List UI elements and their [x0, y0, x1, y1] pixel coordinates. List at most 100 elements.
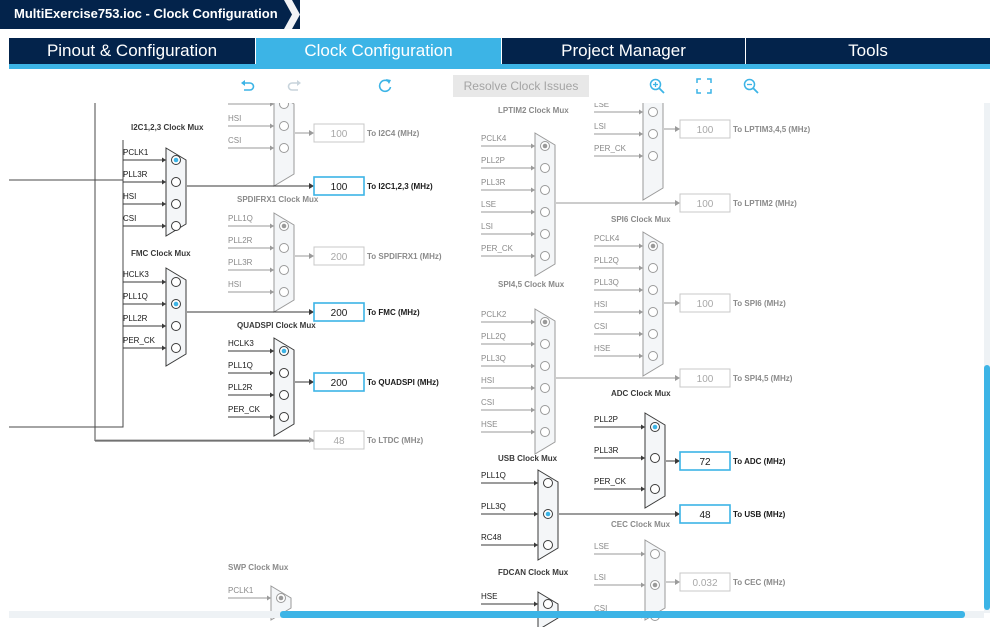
mux-radio-selected: [650, 243, 656, 249]
zoom-in-icon[interactable]: [648, 77, 666, 95]
tab-clock-configuration[interactable]: Clock Configuration: [256, 38, 501, 64]
mux-radio[interactable]: [648, 307, 658, 317]
input-arrow-icon: [270, 392, 274, 398]
redo-icon[interactable]: [286, 77, 304, 95]
input-arrow-icon: [270, 414, 274, 420]
frequency-value: 100: [331, 129, 348, 140]
clock-mux[interactable]: PLL3RHSICSI: [228, 103, 295, 187]
mux-radio[interactable]: [171, 343, 181, 353]
frequency-value: 100: [697, 374, 714, 385]
mux-radio[interactable]: [650, 453, 660, 463]
input-arrow-icon: [162, 323, 166, 329]
mux-radio[interactable]: [648, 285, 658, 295]
mux-radio[interactable]: [540, 405, 550, 415]
frequency-label: To LTDC (MHz): [367, 436, 423, 445]
mux-radio[interactable]: [279, 143, 289, 153]
mux-radio[interactable]: [171, 199, 181, 209]
mux-input-label: PLL3R: [123, 170, 148, 179]
tab-tools[interactable]: Tools: [746, 38, 990, 64]
clock-mux[interactable]: SPDIFRX1 Clock Mux PLL1Q PLL2R PLL3R HSI: [228, 195, 319, 313]
mux-radio[interactable]: [648, 107, 658, 117]
mux-radio[interactable]: [279, 390, 289, 400]
clock-mux[interactable]: PLL3RLSELSIPER_CK: [594, 103, 664, 201]
frequency-label: To SPI4,5 (MHz): [733, 374, 793, 383]
input-arrow-icon: [639, 243, 643, 249]
mux-radio[interactable]: [648, 263, 658, 273]
frequency-value: 100: [697, 299, 714, 310]
mux-radio[interactable]: [540, 361, 550, 371]
mux-radio[interactable]: [650, 484, 660, 494]
mux-radio[interactable]: [540, 229, 550, 239]
mux-radio[interactable]: [540, 339, 550, 349]
tab-project-manager[interactable]: Project Manager: [502, 38, 745, 64]
input-arrow-icon: [162, 301, 166, 307]
mux-radio[interactable]: [171, 321, 181, 331]
window-title-bar: MultiExercise753.ioc - Clock Configurati…: [0, 0, 300, 29]
mux-radio[interactable]: [543, 540, 553, 550]
mux-radio[interactable]: [540, 207, 550, 217]
resolve-clock-issues-button[interactable]: Resolve Clock Issues: [453, 75, 589, 97]
clock-mux[interactable]: FDCAN Clock Mux HSE: [481, 568, 569, 627]
mux-radio[interactable]: [650, 549, 660, 559]
clock-mux[interactable]: FMC Clock Mux HCLK3 PLL1Q PLL2R PER_CK: [123, 249, 191, 367]
mux-input-label: PCLK4: [481, 134, 507, 143]
mux-input-label: CSI: [123, 214, 136, 223]
clock-mux[interactable]: LPTIM2 Clock Mux PCLK4 PLL2P PLL3R LSE LSI PER…: [481, 106, 569, 277]
mux-body[interactable]: [537, 591, 559, 627]
frequency-value: 100: [697, 199, 714, 210]
clock-mux[interactable]: ADC Clock Mux PLL2P PLL3R PER_CK: [594, 389, 671, 509]
mux-radio[interactable]: [171, 221, 181, 231]
mux-radio[interactable]: [648, 129, 658, 139]
mux-radio[interactable]: [279, 243, 289, 253]
mux-radio[interactable]: [540, 383, 550, 393]
mux-radio-selected: [545, 511, 551, 517]
mux-radio[interactable]: [171, 177, 181, 187]
mux-input-label: PER_CK: [481, 244, 514, 253]
undo-icon[interactable]: [238, 77, 256, 95]
clock-mux[interactable]: CEC Clock MuxLSELSICSI: [594, 520, 671, 621]
mux-radio[interactable]: [279, 412, 289, 422]
clock-mux[interactable]: SPI6 Clock Mux PCLK4 PLL2Q PLL3Q HSI CSI HSE: [594, 215, 671, 377]
tab-pinout-configuration[interactable]: Pinout & Configuration: [9, 38, 255, 64]
mux-radio[interactable]: [279, 287, 289, 297]
input-arrow-icon: [270, 145, 274, 151]
input-arrow-icon: [641, 582, 645, 588]
mux-radio[interactable]: [279, 368, 289, 378]
clock-mux[interactable]: I2C1,2,3 Clock Mux PCLK1 PLL3R HSI CSI: [123, 123, 204, 237]
mux-radio[interactable]: [171, 277, 181, 287]
refresh-icon[interactable]: [376, 77, 394, 95]
mux-radio[interactable]: [540, 427, 550, 437]
mux-radio[interactable]: [648, 351, 658, 361]
input-arrow-icon: [270, 289, 274, 295]
mux-radio[interactable]: [279, 265, 289, 275]
horizontal-scrollbar-thumb[interactable]: [280, 611, 965, 618]
mux-radio[interactable]: [648, 151, 658, 161]
vertical-scrollbar-thumb[interactable]: [984, 365, 990, 610]
mux-radio[interactable]: [540, 163, 550, 173]
input-arrow-icon: [270, 123, 274, 129]
mux-input-label: PER_CK: [123, 336, 156, 345]
clock-output: 100 To LPTIM3,4,5 (MHz): [664, 119, 811, 139]
input-arrow-icon: [267, 595, 271, 601]
input-arrow-icon: [639, 153, 643, 159]
clock-mux[interactable]: SPI4,5 Clock Mux PCLK2 PLL2Q PLL3Q HSI CSI HSE: [481, 280, 565, 455]
mux-radio[interactable]: [540, 185, 550, 195]
fit-to-screen-icon[interactable]: [695, 77, 713, 95]
zoom-out-icon[interactable]: [742, 77, 760, 95]
clock-diagram-canvas[interactable]: I2C1,2,3 Clock Mux PCLK1 PLL3R HSI CSI FMC Cl…: [0, 103, 999, 627]
output-arrow-icon: [675, 300, 680, 306]
input-arrow-icon: [270, 245, 274, 251]
mux-radio[interactable]: [279, 103, 289, 109]
mux-radio[interactable]: [648, 329, 658, 339]
mux-input-label: HSE: [481, 420, 497, 429]
mux-radio[interactable]: [540, 251, 550, 261]
mux-input-label: PLL2Q: [594, 256, 619, 265]
clock-output: 48 To USB (MHz): [559, 504, 786, 524]
clock-mux[interactable]: USB Clock Mux PLL1Q PLL3Q RC48: [481, 454, 559, 561]
mux-radio[interactable]: [279, 121, 289, 131]
output-arrow-icon: [309, 130, 314, 136]
mux-radio[interactable]: [543, 599, 553, 609]
mux-radio[interactable]: [543, 478, 553, 488]
clock-mux[interactable]: QUADSPI Clock Mux HCLK3 PLL1Q PLL2R PER_CK: [228, 321, 316, 437]
input-arrow-icon: [531, 319, 535, 325]
